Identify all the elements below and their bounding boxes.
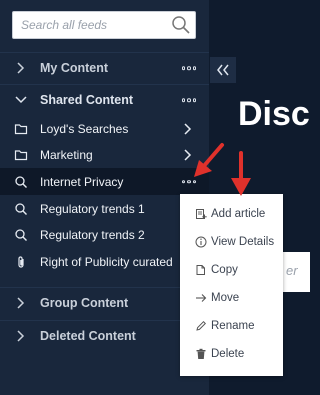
annotation-arrow: [231, 151, 251, 196]
sidebar-item-label: Marketing: [40, 147, 93, 162]
menu-item-label: Add article: [211, 208, 266, 220]
menu-item-copy[interactable]: Copy: [180, 256, 283, 284]
copy-icon: [196, 265, 205, 275]
context-menu: Add article View Details Copy Move Renam…: [180, 194, 283, 376]
menu-item-add-article[interactable]: Add article: [180, 200, 283, 228]
sidebar-item-label: Right of Publicity curated: [40, 254, 173, 269]
menu-item-label: Copy: [211, 264, 238, 276]
sidebar-item-regulatory-trends-1[interactable]: Regulatory trends 1: [0, 195, 209, 222]
sidebar-item-regulatory-trends-2[interactable]: Regulatory trends 2: [0, 221, 209, 248]
search-icon[interactable]: [171, 15, 191, 35]
chevron-right-icon: [17, 297, 25, 309]
more-options-icon[interactable]: [181, 98, 196, 102]
section-shared-content[interactable]: Shared Content: [0, 85, 209, 115]
paperclip-icon: [18, 255, 24, 268]
sidebar: My Content Shared Content Loyd's Searche…: [0, 0, 209, 395]
menu-item-label: View Details: [211, 236, 275, 248]
section-label: Deleted Content: [40, 329, 136, 343]
collapse-sidebar-button[interactable]: [210, 57, 236, 83]
more-options-icon[interactable]: [181, 66, 196, 70]
section-label: Shared Content: [40, 93, 134, 107]
search-icon: [15, 228, 27, 241]
menu-item-label: Delete: [211, 348, 245, 360]
trash-icon: [196, 348, 206, 359]
chevron-right-icon[interactable]: [183, 122, 193, 135]
sidebar-item-label: Loyd's Searches: [40, 121, 129, 136]
search-icon: [15, 202, 27, 215]
sidebar-item-loyds-searches[interactable]: Loyd's Searches: [0, 115, 209, 142]
menu-item-delete[interactable]: Delete: [180, 340, 283, 368]
arrow-right-icon: [196, 294, 207, 302]
sidebar-item-internet-privacy[interactable]: Internet Privacy: [0, 168, 209, 195]
double-chevron-left-icon: [217, 64, 229, 76]
search-input[interactable]: [13, 12, 173, 38]
menu-item-rename[interactable]: Rename: [180, 312, 283, 340]
chevron-right-icon: [17, 62, 25, 74]
sidebar-item-label: Internet Privacy: [40, 174, 124, 189]
chevron-down-icon: [15, 96, 27, 104]
search-icon: [15, 175, 27, 188]
menu-item-view-details[interactable]: View Details: [180, 228, 283, 256]
main-input-placeholder: er: [286, 263, 298, 278]
chevron-right-icon[interactable]: [183, 148, 193, 161]
chevron-right-icon: [17, 330, 25, 342]
section-label: Group Content: [40, 296, 129, 310]
menu-item-move[interactable]: Move: [180, 284, 283, 312]
menu-item-label: Move: [211, 292, 240, 304]
page-title: Disc: [238, 95, 310, 133]
sidebar-item-label: Regulatory trends 1: [40, 201, 145, 216]
sidebar-item-marketing[interactable]: Marketing: [0, 141, 209, 168]
section-my-content[interactable]: My Content: [0, 53, 209, 83]
menu-item-label: Rename: [211, 320, 255, 332]
pencil-icon: [196, 320, 207, 331]
add-article-icon: [196, 209, 207, 219]
section-group-content[interactable]: Group Content: [0, 288, 209, 318]
info-icon: [195, 236, 207, 248]
sidebar-item-right-of-publicity[interactable]: Right of Publicity curated: [0, 248, 209, 275]
more-options-icon[interactable]: [181, 179, 196, 184]
section-deleted-content[interactable]: Deleted Content: [0, 321, 209, 351]
folder-icon: [14, 123, 28, 134]
folder-icon: [14, 149, 28, 160]
search-box: [12, 11, 196, 39]
sidebar-item-label: Regulatory trends 2: [40, 227, 145, 242]
section-label: My Content: [40, 61, 109, 75]
